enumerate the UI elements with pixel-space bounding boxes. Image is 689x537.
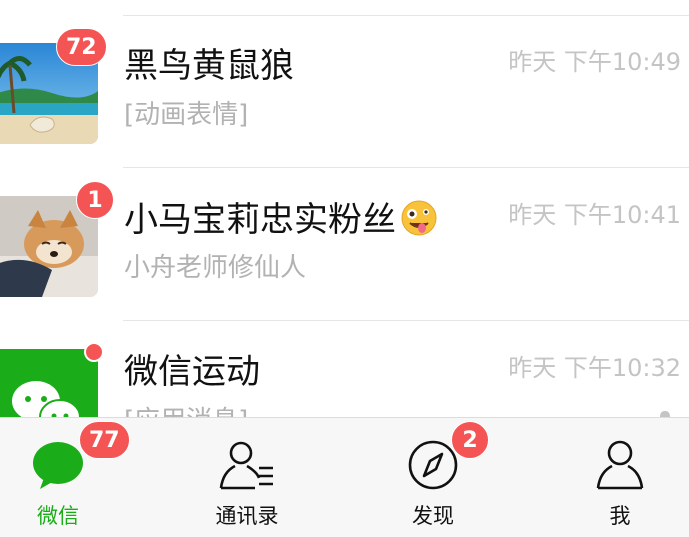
tab-me[interactable]: 我 xyxy=(545,418,689,537)
chat-row-heiniao[interactable]: 黑鸟黄鼠狼 [动画表情] 昨天 下午10:49 72 xyxy=(0,16,689,168)
chat-bubble-icon xyxy=(33,442,83,489)
unread-badge: 77 xyxy=(79,421,130,459)
list-divider xyxy=(123,320,689,321)
tab-label: 发现 xyxy=(412,504,454,528)
chat-name: 微信运动 xyxy=(124,352,260,392)
chat-name: 小马宝莉忠实粉丝 xyxy=(124,199,438,247)
chat-name-text: 小马宝莉忠实粉丝 xyxy=(124,200,396,240)
unread-badge: 1 xyxy=(76,181,114,219)
chat-time: 昨天 下午10:32 xyxy=(508,354,681,382)
chat-time: 昨天 下午10:41 xyxy=(508,201,681,229)
unread-badge: 72 xyxy=(56,28,107,66)
tab-label: 微信 xyxy=(37,504,79,528)
unread-dot xyxy=(84,342,104,362)
tab-label: 我 xyxy=(609,504,631,528)
chat-preview: 小舟老师修仙人 xyxy=(124,253,307,283)
bottom-tab-bar: 微信 77 通讯录 发现 2 我 xyxy=(0,417,689,537)
chat-row-pony-fans[interactable]: 小马宝莉忠实粉丝 小舟老师修仙人 昨天 下午10:41 1 xyxy=(0,169,689,321)
contacts-icon xyxy=(219,441,273,490)
tab-contacts[interactable]: 通讯录 xyxy=(172,418,322,537)
person-icon xyxy=(596,440,644,490)
unread-badge: 2 xyxy=(451,421,489,459)
chat-name: 黑鸟黄鼠狼 xyxy=(124,46,294,86)
tab-label: 通讯录 xyxy=(215,504,279,528)
list-divider xyxy=(123,167,689,168)
chat-time: 昨天 下午10:49 xyxy=(508,48,681,76)
chat-preview: [动画表情] xyxy=(124,100,249,130)
zany-face-emoji xyxy=(400,199,438,247)
